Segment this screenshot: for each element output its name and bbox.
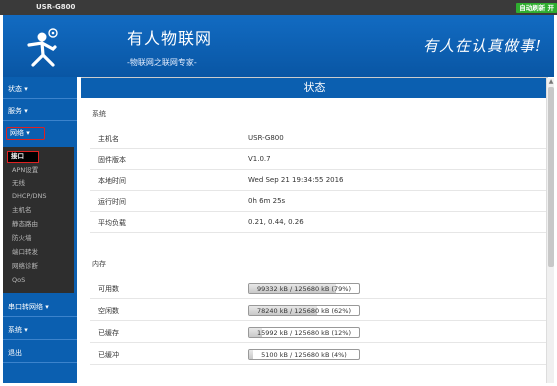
- submenu-item-diagnostics[interactable]: 网络诊断: [3, 260, 74, 272]
- submenu-item-hostname[interactable]: 主机名: [3, 204, 74, 216]
- header-banner: 有人物联网 -物联网之联网专家- 有人在认真做事!: [3, 15, 554, 77]
- sidebar-item-network[interactable]: 网络 ▾: [6, 127, 45, 140]
- table-row: 已缓冲 5100 kB / 125680 kB (4%): [90, 344, 546, 365]
- table-row: 已缓存 15992 kB / 125680 kB (12%): [90, 322, 546, 343]
- row-label: 本地时间: [98, 177, 126, 185]
- submenu-item-static-route[interactable]: 静态路由: [3, 218, 74, 230]
- submenu-item-port-forward[interactable]: 端口转发: [3, 246, 74, 258]
- table-row: 平均负载 0.21, 0.44, 0.26: [90, 212, 546, 233]
- submenu-item-apn[interactable]: APN设置: [3, 164, 74, 176]
- table-row: 主机名 USR-G800: [90, 128, 546, 149]
- network-submenu: 接口 APN设置 无线 DHCP/DNS 主机名 静态路由 防火墙 端口转发 网…: [3, 147, 74, 293]
- progress-text: 78240 kB / 125680 kB (62%): [257, 307, 351, 315]
- section-title-system: 系统: [92, 110, 106, 118]
- table-row: 空闲数 78240 kB / 125680 kB (62%): [90, 300, 546, 321]
- memory-progress-bar: 78240 kB / 125680 kB (62%): [248, 305, 360, 316]
- memory-progress-bar: 99332 kB / 125680 kB (79%): [248, 283, 360, 294]
- brand-logo-icon: [27, 28, 58, 67]
- section-title-memory: 内存: [92, 260, 106, 268]
- sidebar-item-system[interactable]: 系统 ▾: [3, 320, 77, 340]
- sidebar-item-services[interactable]: 服务 ▾: [3, 101, 77, 121]
- row-value: V1.0.7: [248, 155, 271, 163]
- scrollbar-thumb[interactable]: [548, 87, 554, 267]
- row-label: 运行时间: [98, 198, 126, 206]
- vertical-scrollbar[interactable]: ▲: [546, 78, 554, 383]
- sidebar-item-status[interactable]: 状态 ▾: [3, 79, 77, 99]
- row-value: Wed Sep 21 19:34:55 2016: [248, 176, 344, 184]
- row-label: 平均负载: [98, 219, 126, 227]
- top-bar: USR-G800 自动刷新 开: [0, 0, 557, 15]
- submenu-item-qos[interactable]: QoS: [3, 274, 74, 286]
- page-title: 状态: [81, 78, 548, 98]
- memory-progress-bar: 15992 kB / 125680 kB (12%): [248, 327, 360, 338]
- row-label: 已缓冲: [98, 351, 119, 359]
- row-label: 固件版本: [98, 156, 126, 164]
- brand-subtitle: -物联网之联网专家-: [127, 58, 197, 67]
- table-row: 可用数 99332 kB / 125680 kB (79%): [90, 278, 546, 299]
- slogan: 有人在认真做事!: [422, 37, 542, 55]
- auto-refresh-button[interactable]: 自动刷新 开: [516, 3, 557, 13]
- brand-name: 有人物联网: [127, 29, 213, 48]
- row-value: USR-G800: [248, 134, 284, 142]
- device-name: USR-G800: [36, 3, 76, 11]
- scroll-up-arrow-icon[interactable]: ▲: [547, 78, 555, 86]
- submenu-item-interface[interactable]: 接口: [7, 151, 39, 163]
- table-row: 固件版本 V1.0.7: [90, 149, 546, 170]
- submenu-item-firewall[interactable]: 防火墙: [3, 232, 74, 244]
- table-row: 本地时间 Wed Sep 21 19:34:55 2016: [90, 170, 546, 191]
- row-label: 已缓存: [98, 329, 119, 337]
- memory-progress-bar: 5100 kB / 125680 kB (4%): [248, 349, 360, 360]
- sidebar-item-serial-to-network[interactable]: 串口转网络 ▾: [3, 297, 77, 317]
- row-label: 可用数: [98, 285, 119, 293]
- table-row: 运行时间 0h 6m 25s: [90, 191, 546, 212]
- row-value: 0.21, 0.44, 0.26: [248, 218, 304, 226]
- progress-text: 5100 kB / 125680 kB (4%): [261, 351, 347, 359]
- progress-text: 15992 kB / 125680 kB (12%): [257, 329, 351, 337]
- submenu-item-wireless[interactable]: 无线: [3, 177, 74, 189]
- row-label: 主机名: [98, 135, 119, 143]
- progress-text: 99332 kB / 125680 kB (79%): [257, 285, 351, 293]
- row-label: 空闲数: [98, 307, 119, 315]
- submenu-item-dhcp-dns[interactable]: DHCP/DNS: [3, 190, 74, 202]
- main-content: 状态 系统 主机名 USR-G800 固件版本 V1.0.7 本地时间 Wed …: [81, 77, 548, 383]
- row-value: 0h 6m 25s: [248, 197, 286, 205]
- sidebar-item-logout[interactable]: 退出: [3, 343, 77, 363]
